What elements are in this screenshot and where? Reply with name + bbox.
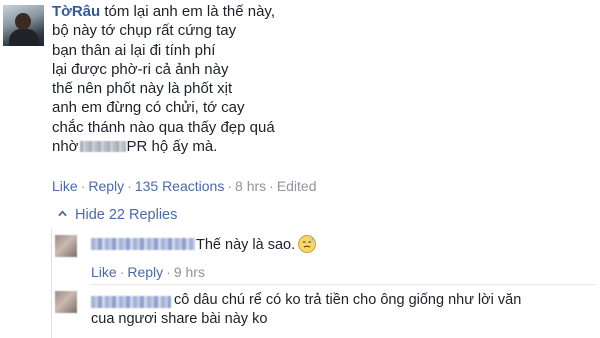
reply-link[interactable]: Reply xyxy=(88,178,124,194)
comment-text-suffix: PR hộ ấy mà. xyxy=(126,138,218,156)
separator: · xyxy=(80,178,86,194)
reply-divider xyxy=(90,284,595,285)
main-comment-body: TờRâu tóm lại anh em là thế này, bộ này … xyxy=(52,2,452,156)
separator: · xyxy=(227,178,233,194)
sweat-smile-emoji xyxy=(298,235,317,253)
reactions-link[interactable]: 135 Reactions xyxy=(135,178,225,194)
separator: · xyxy=(166,264,171,280)
blurred-name-mention xyxy=(79,141,126,153)
comment-text-line: lại được phờ-ri cả ảnh này xyxy=(52,60,229,78)
reply-actions: Like · Reply · 9 hrs xyxy=(91,264,205,280)
comment-last-line: nhờ PR hộ ấy mà. xyxy=(52,137,452,156)
comment-author-name[interactable]: TờRâu xyxy=(52,3,100,20)
comment-first-line: TờRâu tóm lại anh em là thế này, xyxy=(52,2,452,21)
comment-text-line: tóm lại anh em là thế này, xyxy=(104,3,275,20)
comment-text-line: bộ này tớ chụp rất cứng tay xyxy=(52,22,237,40)
reply-author-name[interactable] xyxy=(91,238,195,250)
comment-text-line: anh em đừng có chửi, tớ cay xyxy=(52,99,245,117)
separator: · xyxy=(127,178,132,194)
commenter-avatar[interactable] xyxy=(3,5,44,46)
reply-author-name[interactable] xyxy=(91,296,171,308)
comment-text-prefix: nhờ xyxy=(52,138,79,156)
reply-avatar[interactable] xyxy=(55,291,77,313)
reply-link[interactable]: Reply xyxy=(127,264,163,280)
chevron-up-icon xyxy=(58,210,67,217)
comment-actions: Like · Reply · 135 Reactions · 8 hrs · Edited xyxy=(52,178,317,194)
reply-avatar[interactable] xyxy=(55,235,77,257)
comment-text-line: chắc thánh nào qua thấy đẹp quá xyxy=(52,118,275,136)
edited-label[interactable]: Edited xyxy=(277,178,317,194)
avatar-body xyxy=(9,29,39,46)
hide-replies-toggle[interactable]: Hide 22 Replies xyxy=(58,207,177,223)
separator: · xyxy=(269,178,274,194)
reply-text-line: cô dâu chú rể có ko trả tiền cho ông giố… xyxy=(174,292,522,308)
hide-replies-label: Hide 22 Replies xyxy=(75,207,178,223)
reply-text: Thế này là sao. xyxy=(196,234,317,254)
comment-text-line: bạn thân ai lại đi tính phí xyxy=(52,41,216,59)
avatar-head xyxy=(15,13,31,30)
timestamp[interactable]: 8 hrs xyxy=(235,178,266,194)
like-link[interactable]: Like xyxy=(91,264,117,280)
reply-text-content: Thế này là sao. xyxy=(196,237,296,253)
reply-text-line: cua ngươi share bài này ko xyxy=(91,311,268,327)
comment-text-line: thế nên phốt này là phốt xịt xyxy=(52,80,233,98)
like-link[interactable]: Like xyxy=(52,178,78,194)
timestamp[interactable]: 9 hrs xyxy=(174,264,205,280)
separator: · xyxy=(119,264,125,280)
